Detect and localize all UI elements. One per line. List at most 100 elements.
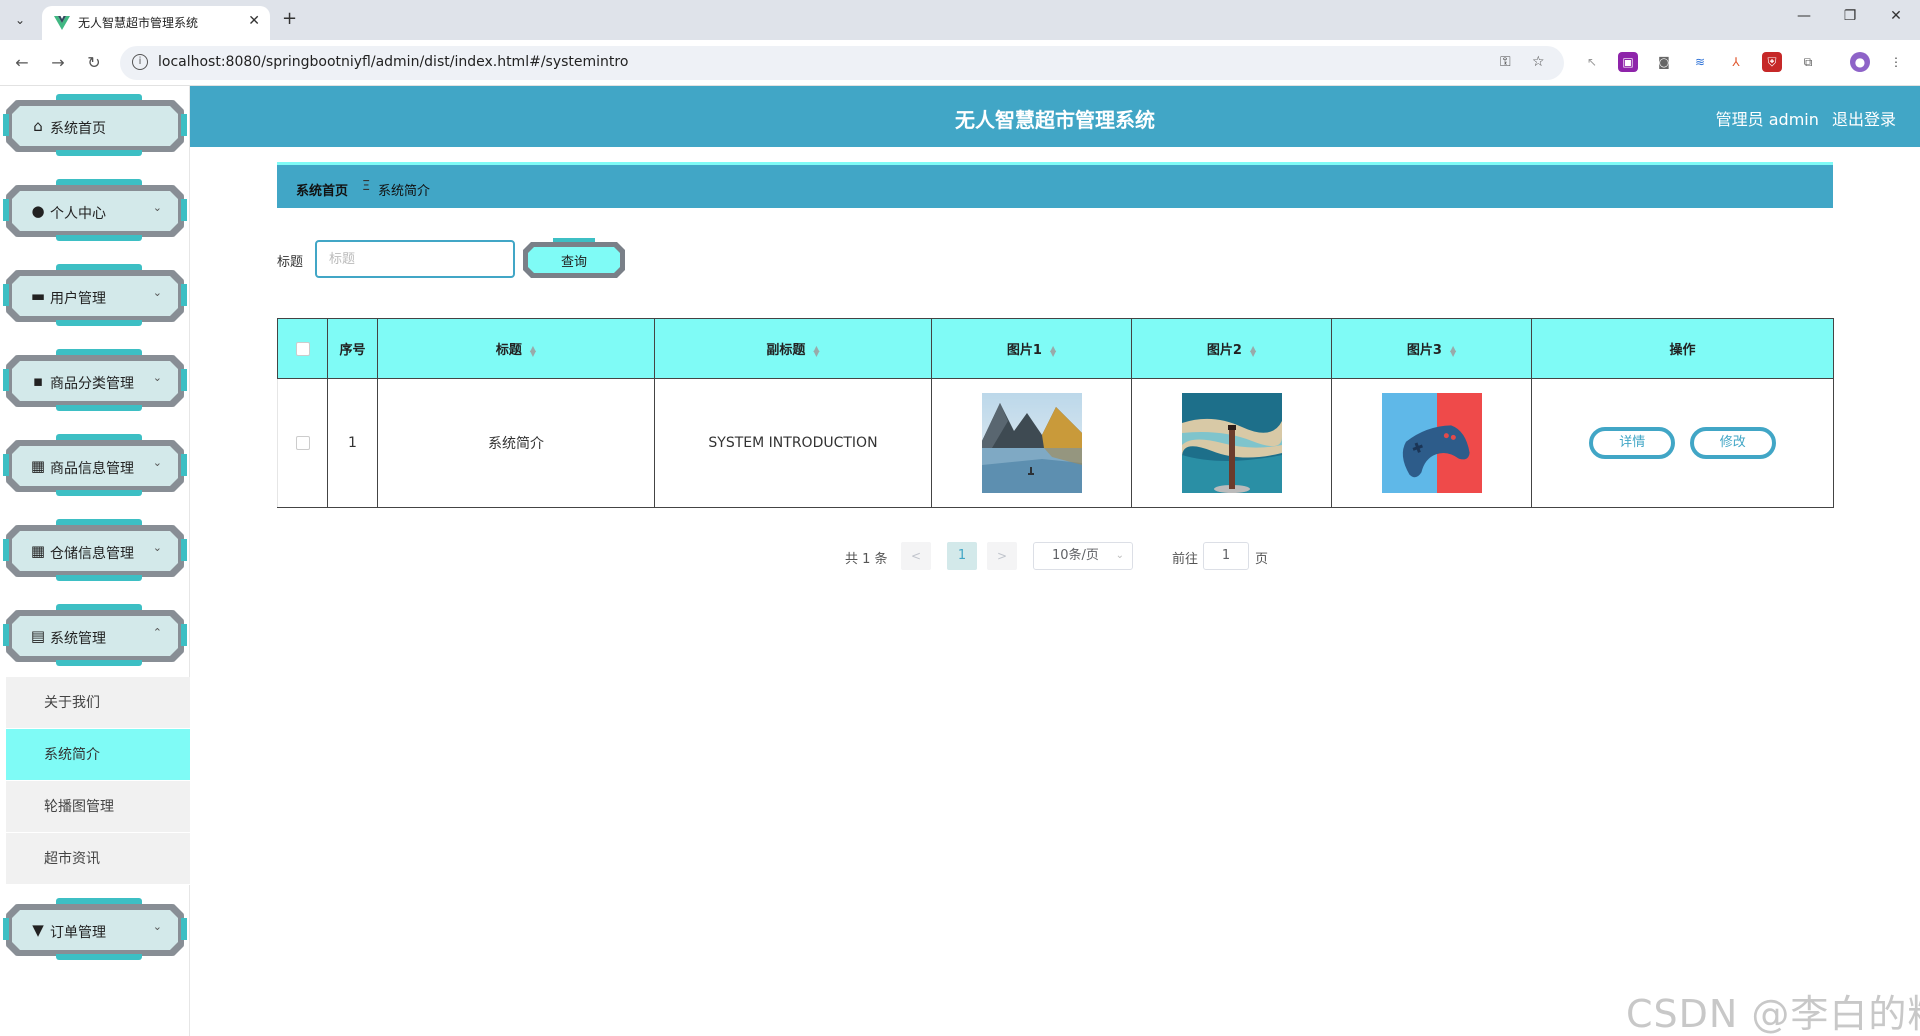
- sort-icon[interactable]: ▲ ▼: [813, 344, 819, 357]
- purple-extension-icon[interactable]: ▣: [1618, 52, 1638, 72]
- page-size-select[interactable]: 10条/页 ⌄: [1033, 542, 1133, 570]
- submenu-item-carousel[interactable]: 轮播图管理: [6, 781, 190, 833]
- grid-icon: ▦: [30, 457, 46, 475]
- pagination-total: 共 1 条: [845, 552, 888, 567]
- chevron-down-icon: ⌄: [152, 541, 162, 554]
- column-header-label: 图片2: [1206, 343, 1242, 358]
- column-header-label: 副标题: [766, 343, 806, 358]
- gamepad-image: [1381, 393, 1482, 493]
- column-header-image3[interactable]: 图片3 ▲ ▼: [1331, 318, 1532, 379]
- shield-extension-icon[interactable]: ⛨: [1762, 52, 1782, 72]
- forward-icon[interactable]: →: [48, 53, 68, 72]
- more-menu-icon[interactable]: ⋮: [1886, 52, 1906, 72]
- sidebar-item-user-management[interactable]: ▬ 用户管理 ⌄: [3, 262, 187, 326]
- column-header-label: 图片3: [1406, 343, 1442, 358]
- query-button[interactable]: 查询: [523, 238, 625, 280]
- data-table: 序号 标题 ▲ ▼ 副标题 ▲ ▼ 图片1 ▲ ▼ 图片2 ▲ ▼ 图片3 ▲ ▼ 操作 1 系统简…: [277, 318, 1834, 508]
- column-header-label: 图片1: [1006, 343, 1042, 358]
- new-tab-icon[interactable]: +: [282, 8, 297, 29]
- sidebar-item-label: 订单管理: [50, 925, 106, 941]
- sidebar-item-label: 个人中心: [50, 206, 106, 222]
- vue-favicon-icon: [54, 16, 70, 30]
- submenu-item-about-us[interactable]: 关于我们: [6, 677, 190, 729]
- sidebar-item-home[interactable]: ⌂ 系统首页: [3, 92, 187, 156]
- breadcrumb-current: 系统简介: [378, 184, 431, 199]
- row-checkbox[interactable]: [295, 436, 310, 450]
- chevron-down-icon: ⌄: [152, 920, 162, 933]
- cursor-extension-icon[interactable]: ↖: [1582, 52, 1602, 72]
- submenu-item-system-intro[interactable]: 系统简介: [6, 729, 190, 781]
- minimize-icon[interactable]: —: [1792, 8, 1816, 24]
- bookmark-star-icon[interactable]: ☆: [1532, 54, 1545, 70]
- sort-icon[interactable]: ▲ ▼: [1050, 344, 1056, 357]
- column-header-index: 序号: [327, 318, 378, 379]
- sort-icon[interactable]: ▲ ▼: [1450, 344, 1456, 357]
- tab-close-icon[interactable]: ✕: [248, 13, 260, 29]
- sidebar-item-system-management[interactable]: ▤ 系统管理 ⌃: [3, 602, 187, 666]
- row-title: 系统简介: [377, 378, 655, 508]
- sidebar-item-category-management[interactable]: ▪ 商品分类管理 ⌄: [3, 347, 187, 411]
- page-size-value: 10条/页: [1052, 548, 1099, 563]
- url-text[interactable]: localhost:8080/springbootniyfl/admin/dis…: [158, 54, 628, 70]
- page-suffix-label: 页: [1255, 552, 1269, 567]
- glasses-extension-icon[interactable]: ◙: [1654, 52, 1674, 72]
- column-header-title[interactable]: 标题 ▲ ▼: [377, 318, 655, 379]
- column-header-subtitle[interactable]: 副标题 ▲ ▼: [654, 318, 932, 379]
- address-bar[interactable]: i localhost:8080/springbootniyfl/admin/d…: [120, 46, 1564, 80]
- layers-extension-icon[interactable]: ≋: [1690, 52, 1710, 72]
- select-all-header: [277, 318, 328, 379]
- tab-search-icon[interactable]: ⌄: [8, 8, 32, 32]
- close-window-icon[interactable]: ✕: [1884, 8, 1908, 24]
- tree-extension-icon[interactable]: ⅄: [1726, 52, 1746, 72]
- reload-icon[interactable]: ↻: [84, 53, 104, 72]
- briefcase-icon: ▬: [30, 287, 46, 305]
- search-label: 标题: [277, 255, 304, 270]
- sidebar-item-warehouse-management[interactable]: ▦ 仓储信息管理 ⌄: [3, 517, 187, 581]
- row-image3-cell: [1331, 378, 1532, 508]
- logout-link[interactable]: 退出登录: [1832, 110, 1896, 129]
- sidebar-item-label: 商品信息管理: [50, 461, 134, 477]
- prev-page-button[interactable]: <: [901, 542, 931, 570]
- detail-button[interactable]: 详情: [1589, 427, 1676, 459]
- row-subtitle: SYSTEM INTRODUCTION: [654, 378, 932, 508]
- restore-icon[interactable]: ❐: [1838, 8, 1862, 24]
- page-number-button[interactable]: 1: [947, 542, 977, 570]
- breadcrumb: 系统首页 Ξ 系统简介: [277, 162, 1833, 208]
- select-all-checkbox[interactable]: [295, 341, 310, 356]
- breadcrumb-home[interactable]: 系统首页: [296, 180, 348, 199]
- app-header: 无人智慧超市管理系统 管理员 admin 退出登录: [190, 86, 1920, 147]
- table-row: 1 系统简介 SYSTEM INTRODUCTION 详情 修改: [277, 378, 1834, 508]
- submenu-item-news[interactable]: 超市资讯: [6, 833, 190, 885]
- chevron-down-icon: ⌄: [152, 286, 162, 299]
- goto-page-input[interactable]: 1: [1203, 542, 1249, 570]
- column-header-label: 标题: [495, 343, 522, 358]
- profile-avatar-icon[interactable]: ●: [1850, 52, 1870, 72]
- site-info-icon[interactable]: i: [132, 54, 148, 70]
- sidebar-item-order-management[interactable]: ▼ 订单管理 ⌄: [3, 896, 187, 960]
- watermark: CSDN @李白的粉: [1626, 992, 1920, 1036]
- edit-button[interactable]: 修改: [1689, 427, 1776, 459]
- sort-icon[interactable]: ▲ ▼: [530, 344, 536, 357]
- back-icon[interactable]: ←: [12, 53, 32, 72]
- clipboard-icon: ▤: [30, 627, 46, 645]
- column-header-image2[interactable]: 图片2 ▲ ▼: [1131, 318, 1332, 379]
- column-header-image1[interactable]: 图片1 ▲ ▼: [931, 318, 1132, 379]
- pushpin-icon: ▼: [32, 921, 44, 939]
- system-submenu: 关于我们 系统简介 轮播图管理 超市资讯: [6, 677, 190, 885]
- title-search-input[interactable]: [315, 240, 515, 278]
- sort-icon[interactable]: ▲ ▼: [1250, 344, 1256, 357]
- chevron-down-icon: ⌄: [152, 371, 162, 384]
- mountain-lake-image: [981, 393, 1082, 493]
- chevron-up-icon: ⌃: [152, 626, 162, 639]
- row-image2-cell: [1131, 378, 1332, 508]
- sidebar-item-personal-center[interactable]: ● 个人中心 ⌄: [3, 177, 187, 241]
- key-icon[interactable]: ⚿: [1500, 54, 1511, 70]
- row-image1-cell: [931, 378, 1132, 508]
- sidebar-item-product-management[interactable]: ▦ 商品信息管理 ⌄: [3, 432, 187, 496]
- chat-icon: ▪: [32, 372, 44, 390]
- admin-user-label: 管理员 admin: [1715, 110, 1819, 129]
- puzzle-extension-icon[interactable]: ⧉: [1798, 52, 1818, 72]
- breadcrumb-separator: Ξ: [362, 179, 371, 194]
- next-page-button[interactable]: >: [987, 542, 1017, 570]
- browser-tab[interactable]: 无人智慧超市管理系统 ✕: [42, 6, 270, 40]
